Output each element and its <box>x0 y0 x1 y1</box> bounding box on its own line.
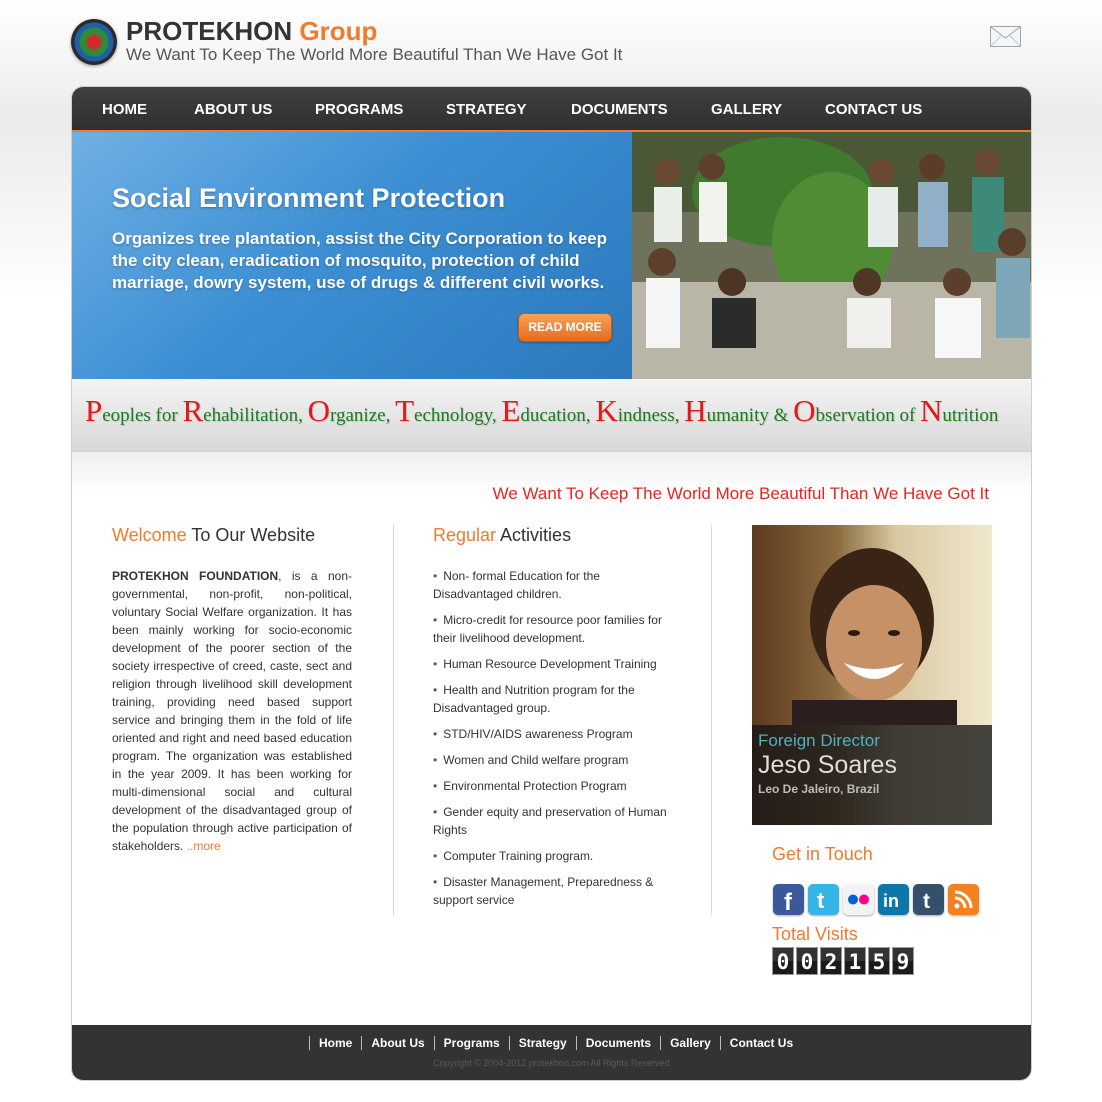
rss-icon[interactable] <box>948 884 979 915</box>
linkedin-icon[interactable]: in <box>878 884 909 915</box>
nav-contact-us[interactable]: CONTACT US <box>825 101 922 118</box>
list-item: Environmental Protection Program <box>433 777 678 795</box>
svg-text:t: t <box>817 888 825 913</box>
acronym-word: utrition <box>942 405 999 426</box>
welcome-body: , is a non-governmental, non-profit, non… <box>112 569 352 853</box>
hero-text: Organizes tree plantation, assist the Ci… <box>112 229 607 292</box>
acronym-letter: O <box>793 393 816 428</box>
list-item: Women and Child welfare program <box>433 751 678 769</box>
footer-nav: Home About Us Programs Strategy Document… <box>309 1036 802 1050</box>
site-title[interactable]: PROTEKHON Group <box>126 16 377 46</box>
director-portrait <box>792 548 957 725</box>
acronym-text: Peoples for Rehabilitation, Organize, Te… <box>85 393 998 429</box>
nav-gallery[interactable]: GALLERY <box>711 101 782 118</box>
nav-home[interactable]: HOME <box>102 101 147 118</box>
welcome-heading-accent: Welcome <box>112 525 187 545</box>
footer-link-about-us[interactable]: About Us <box>361 1036 433 1050</box>
director-location: Leo De Jaleiro, Brazil <box>758 782 880 796</box>
acronym-letter: R <box>182 393 204 428</box>
hero-title: Social Environment Protection <box>112 183 506 213</box>
list-item: Micro-credit for resource poor families … <box>433 611 678 647</box>
visit-counter: 0 0 2 1 5 9 <box>772 947 916 975</box>
acronym-letter: N <box>920 393 943 428</box>
facebook-icon[interactable]: f <box>773 884 804 915</box>
acronym-letter: K <box>595 393 618 428</box>
acronym-word: ducation, <box>520 405 596 426</box>
list-item: Computer Training program. <box>433 847 678 865</box>
flickr-icon[interactable] <box>843 884 874 915</box>
read-more-button[interactable]: READ MORE <box>518 313 612 342</box>
copyright-text: Copyright © 2004-2012 protekhon.com All … <box>433 1058 672 1068</box>
activities-heading-rest: Activities <box>496 525 572 545</box>
page-frame: HOME ABOUT US PROGRAMS STRATEGY DOCUMENT… <box>71 86 1032 1081</box>
acronym-letter: H <box>684 393 707 428</box>
acronym-word: bservation of <box>815 405 921 426</box>
counter-digit: 2 <box>820 947 842 975</box>
acronym-letter: T <box>395 393 415 428</box>
svg-text:in: in <box>883 891 899 911</box>
acronym-word: ehabilitation, <box>203 405 308 426</box>
site-footer: Home About Us Programs Strategy Document… <box>72 1025 1031 1080</box>
envelope-icon[interactable] <box>990 26 1021 47</box>
acronym-letter: P <box>85 393 103 428</box>
acronym-banner: Peoples for Rehabilitation, Organize, Te… <box>72 379 1031 452</box>
counter-digit: 5 <box>868 947 890 975</box>
list-item: Human Resource Development Training <box>433 655 678 673</box>
svg-text:f: f <box>784 889 793 915</box>
counter-digit: 1 <box>844 947 866 975</box>
svg-text:t: t <box>923 890 930 913</box>
footer-link-contact-us[interactable]: Contact Us <box>719 1036 802 1050</box>
acronym-word: indness, <box>617 405 685 426</box>
list-item: Health and Nutrition program for the Dis… <box>433 681 678 717</box>
group-photo <box>632 132 1031 379</box>
welcome-heading-rest: To Our Website <box>186 525 316 545</box>
acronym-word: rganize, <box>330 405 396 426</box>
footer-link-gallery[interactable]: Gallery <box>660 1036 720 1050</box>
welcome-heading: Welcome To Our Website <box>112 525 315 546</box>
counter-digit: 0 <box>796 947 818 975</box>
main-nav: HOME ABOUT US PROGRAMS STRATEGY DOCUMENT… <box>72 87 1031 132</box>
director-role: Foreign Director <box>758 731 880 750</box>
list-item: Gender equity and preservation of Human … <box>433 803 678 839</box>
nav-documents[interactable]: DOCUMENTS <box>571 101 668 118</box>
more-link[interactable]: ..more <box>187 839 221 853</box>
list-item: Disaster Management, Preparedness & supp… <box>433 873 678 909</box>
acronym-word: echnology, <box>414 405 502 426</box>
footer-link-home[interactable]: Home <box>309 1036 361 1050</box>
nav-strategy[interactable]: STRATEGY <box>446 101 527 118</box>
activities-heading-accent: Regular <box>433 525 497 545</box>
acronym-letter: E <box>501 393 521 428</box>
tumblr-icon[interactable]: t <box>913 884 944 915</box>
counter-digit: 9 <box>892 947 914 975</box>
footer-link-programs[interactable]: Programs <box>433 1036 509 1050</box>
column-divider <box>393 525 394 915</box>
nav-about-us[interactable]: ABOUT US <box>194 101 272 118</box>
nav-programs[interactable]: PROGRAMS <box>315 101 403 118</box>
activities-list: Non- formal Education for the Disadvanta… <box>433 567 678 917</box>
acronym-word: eoples for <box>102 405 183 426</box>
site-header: PROTEKHON Group We Want To Keep The Worl… <box>0 0 1102 86</box>
welcome-text: PROTEKHON FOUNDATION, is a non-governmen… <box>112 567 352 855</box>
acronym-word: umanity & <box>706 405 794 426</box>
slogan-text: We Want To Keep The World More Beautiful… <box>492 484 989 503</box>
brand-accent: Group <box>299 16 378 46</box>
protekhon-logo[interactable] <box>71 19 117 65</box>
hero-banner: Social Environment Protection Organizes … <box>72 132 632 379</box>
director-name: Jeso Soares <box>758 751 897 779</box>
brand-main: PROTEKHON <box>126 16 293 46</box>
activities-heading: Regular Activities <box>433 525 571 546</box>
counter-digit: 0 <box>772 947 794 975</box>
director-card: Foreign Director Jeso Soares Leo De Jale… <box>752 525 992 825</box>
site-tagline: We Want To Keep The World More Beautiful… <box>126 45 623 64</box>
get-in-touch-heading: Get in Touch <box>772 844 873 864</box>
list-item: STD/HIV/AIDS awareness Program <box>433 725 678 743</box>
total-visits-label: Total Visits <box>772 924 858 944</box>
org-name: PROTEKHON FOUNDATION <box>112 569 279 583</box>
footer-link-strategy[interactable]: Strategy <box>508 1036 576 1050</box>
list-item: Non- formal Education for the Disadvanta… <box>433 567 678 603</box>
column-divider <box>711 525 712 915</box>
acronym-letter: O <box>307 393 331 428</box>
twitter-icon[interactable]: t <box>808 884 839 915</box>
footer-link-documents[interactable]: Documents <box>575 1036 660 1050</box>
